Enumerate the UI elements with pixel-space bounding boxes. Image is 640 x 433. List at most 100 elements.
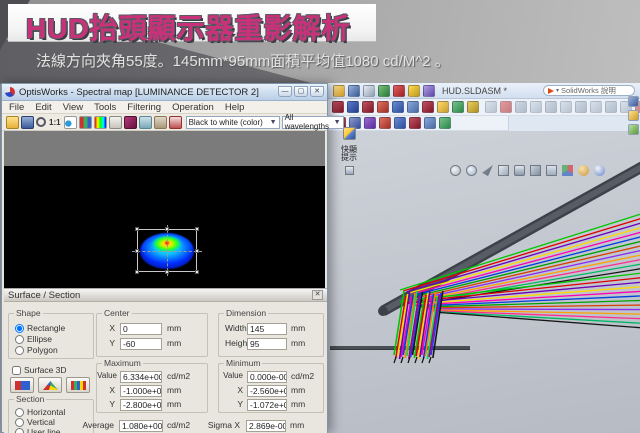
optis-lens-icon[interactable] (437, 101, 449, 113)
menu-edit[interactable]: Edit (35, 102, 51, 113)
resize-handle[interactable] (195, 249, 199, 253)
open-icon[interactable] (333, 85, 345, 97)
taskpane-palette-icon[interactable] (628, 124, 639, 135)
help-icon[interactable] (169, 116, 182, 129)
radio-input[interactable] (15, 335, 24, 344)
optis-ray-icon[interactable] (409, 117, 421, 129)
wavelength-combobox[interactable]: All wavelengths ▼ (282, 116, 344, 129)
make-assembly-icon[interactable] (500, 101, 512, 113)
optis-material-icon[interactable] (377, 101, 389, 113)
optis-display-icon[interactable] (392, 101, 404, 113)
minimum-y-field[interactable]: -1.072e+002 (247, 399, 287, 411)
close-button[interactable]: ✕ (310, 86, 324, 97)
radio-input[interactable] (15, 324, 24, 333)
menu-tools[interactable]: Tools (94, 102, 116, 113)
optis-map-icon[interactable] (407, 101, 419, 113)
width-field[interactable]: 145 (247, 323, 287, 335)
save-icon[interactable] (21, 116, 34, 129)
menu-operation[interactable]: Operation (172, 102, 214, 113)
select-icon[interactable] (393, 85, 405, 97)
shape-rectangle-radio[interactable]: Rectangle (15, 323, 65, 333)
minimum-x-field[interactable]: -2.560e+001 (247, 385, 287, 397)
resize-handle[interactable] (165, 270, 169, 274)
edit-component-icon[interactable] (605, 101, 617, 113)
scatter-map-icon[interactable] (64, 116, 77, 129)
resize-handle[interactable] (195, 227, 199, 231)
resize-handle[interactable] (135, 249, 139, 253)
resize-handle[interactable] (135, 227, 139, 231)
menu-filtering[interactable]: Filtering (127, 102, 161, 113)
mate-icon[interactable] (515, 101, 527, 113)
panel-titlebar[interactable]: Surface / Section ✕ (4, 289, 327, 302)
center-y-field[interactable]: -60 (120, 338, 162, 350)
measure-icon[interactable] (124, 116, 137, 129)
optis-shield-icon[interactable] (439, 117, 451, 129)
undo-icon[interactable] (378, 85, 390, 97)
taskpane-resources-icon[interactable] (628, 96, 639, 107)
optis-map2-icon[interactable] (424, 117, 436, 129)
restore-button[interactable]: ▢ (294, 86, 308, 97)
maximum-value-field[interactable]: 6.334e+003 (120, 371, 162, 383)
palette-combobox[interactable]: Black to white (color) ▼ (186, 116, 280, 129)
height-field[interactable]: 95 (247, 338, 287, 350)
optis-check-icon[interactable] (452, 101, 464, 113)
optis-window-icon[interactable] (394, 117, 406, 129)
optis-volume-icon[interactable] (364, 117, 376, 129)
radio-input[interactable] (15, 408, 24, 417)
color-grid-button[interactable] (66, 377, 90, 393)
surface-3d-checkbox[interactable]: Surface 3D (12, 365, 67, 375)
window-titlebar[interactable]: OptisWorks - Spectral map [LUMINANCE DET… (2, 84, 327, 101)
measurement-selection-rect[interactable] (137, 229, 197, 272)
open-icon[interactable] (6, 116, 19, 129)
chevron-down-icon[interactable]: ▾ (556, 87, 559, 94)
sigma-x-field[interactable]: 2.869e-001 (246, 420, 286, 432)
stat-label: Sigma X (176, 420, 240, 430)
print-icon[interactable] (363, 85, 375, 97)
map-1d-button[interactable] (10, 377, 34, 393)
save-icon[interactable] (348, 85, 360, 97)
menu-file[interactable]: File (9, 102, 24, 113)
one-to-one-button[interactable]: 1:1 (48, 118, 62, 127)
hide-component-icon[interactable] (590, 101, 602, 113)
maximum-x-field[interactable]: -1.000e+001 (120, 385, 162, 397)
menu-view[interactable]: View (63, 102, 83, 113)
shape-polygon-radio[interactable]: Polygon (15, 345, 58, 355)
optis-results-icon[interactable] (422, 101, 434, 113)
checkbox-input[interactable] (12, 366, 21, 375)
optis-sensor-icon[interactable] (362, 101, 374, 113)
shape-ellipse-radio[interactable]: Ellipse (15, 334, 52, 344)
fasteners-icon[interactable] (545, 101, 557, 113)
linear-pattern-icon[interactable] (530, 101, 542, 113)
panel-close-icon[interactable]: ✕ (312, 290, 323, 300)
optis-source-icon[interactable] (347, 101, 359, 113)
resize-handle[interactable] (195, 270, 199, 274)
search-box[interactable]: ▾ SolidWorks 說明 (543, 85, 635, 96)
rgb-bars-icon[interactable] (79, 116, 92, 129)
cad-viewport[interactable]: 快顯提示 (328, 131, 640, 433)
clipboard-icon[interactable] (109, 116, 122, 129)
resize-handle[interactable] (165, 227, 169, 231)
luminance-map-canvas[interactable] (4, 131, 325, 288)
minimize-button[interactable]: — (278, 86, 292, 97)
minimum-value-field[interactable]: 0.000e-000 (247, 371, 287, 383)
resize-handle[interactable] (135, 270, 139, 274)
paste-icon[interactable] (485, 101, 497, 113)
options-icon[interactable] (423, 85, 435, 97)
move-component-icon[interactable] (560, 101, 572, 113)
zoom-icon[interactable] (36, 117, 46, 127)
filter-slider-icon[interactable] (139, 116, 152, 129)
radio-input[interactable] (15, 346, 24, 355)
cie-diagram-button[interactable] (38, 377, 62, 393)
taskpane-library-icon[interactable] (628, 110, 639, 121)
level-slider-icon[interactable] (154, 116, 167, 129)
optis-key-icon[interactable] (467, 101, 479, 113)
color-scale-icon[interactable] (94, 116, 107, 129)
rotate-component-icon[interactable] (575, 101, 587, 113)
optis-grid-icon[interactable] (379, 117, 391, 129)
section-horizontal-radio[interactable]: Horizontal (15, 407, 65, 417)
rebuild-icon[interactable] (408, 85, 420, 97)
menu-help[interactable]: Help (225, 102, 245, 113)
maximum-y-field[interactable]: -2.800e+001 (120, 399, 162, 411)
center-x-field[interactable]: 0 (120, 323, 162, 335)
optis-simulation-icon[interactable] (332, 101, 344, 113)
